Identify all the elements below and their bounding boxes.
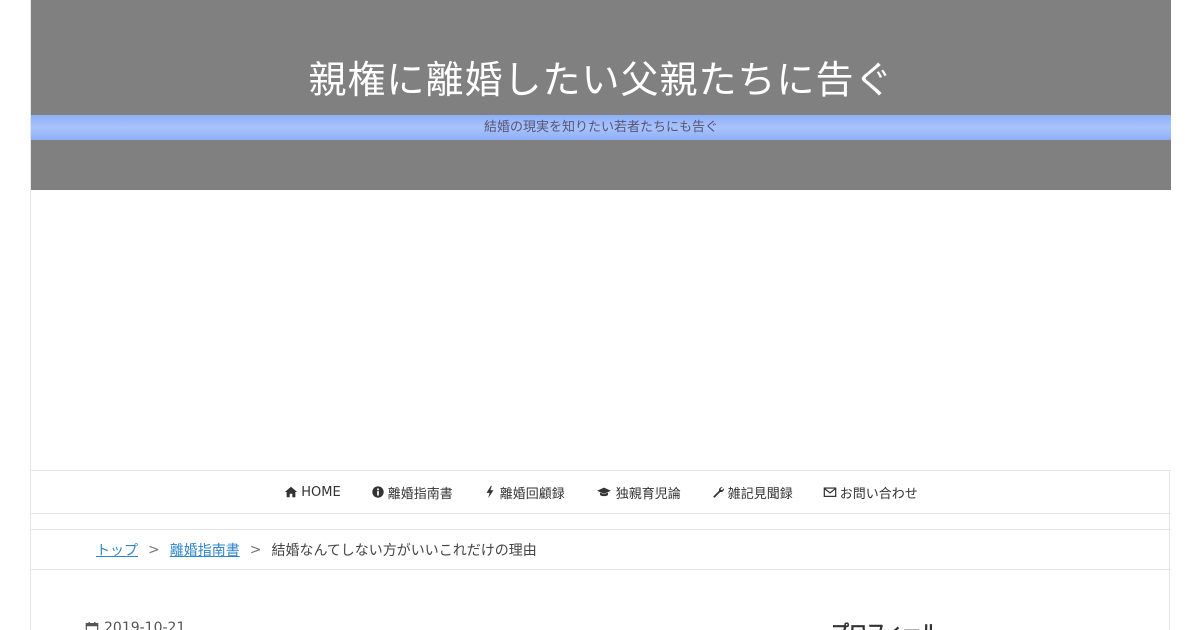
bolt-icon bbox=[483, 485, 497, 499]
breadcrumb: トップ > 離婚指南書 > 結婚なんてしない方がいいこれだけの理由 bbox=[31, 530, 1171, 570]
nav-item-label: 独親育児論 bbox=[615, 486, 681, 502]
breadcrumb-current: 結婚なんてしない方がいいこれだけの理由 bbox=[271, 542, 537, 559]
info-circle-icon bbox=[371, 485, 385, 499]
nav-item-contact[interactable]: お問い合わせ bbox=[823, 483, 918, 502]
graduation-cap-icon bbox=[595, 485, 613, 499]
site-header: 親権に離婚したい父親たちに告ぐ 結婚の現実を知りたい若者たちにも告ぐ bbox=[31, 0, 1171, 190]
nav-item-divorce-memoir[interactable]: 離婚回顧録 bbox=[483, 483, 565, 502]
nav-item-divorce-guide[interactable]: 離婚指南書 bbox=[371, 483, 453, 502]
envelope-icon bbox=[823, 485, 837, 499]
breadcrumb-separator: > bbox=[148, 541, 160, 558]
post-date-text: 2019-10-21 bbox=[104, 620, 186, 630]
nav-item-parenting[interactable]: 独親育児論 bbox=[595, 483, 681, 502]
nav-item-label: お問い合わせ bbox=[839, 486, 918, 502]
nav-item-miscellaneous[interactable]: 雑記見聞録 bbox=[711, 483, 793, 502]
wrench-icon bbox=[711, 485, 725, 499]
divider-strip bbox=[31, 514, 1171, 530]
site-tagline: 結婚の現実を知りたい若者たちにも告ぐ bbox=[483, 120, 718, 135]
breadcrumb-separator: > bbox=[249, 541, 262, 558]
nav-item-label: HOME bbox=[301, 484, 341, 500]
tagline-bar: 結婚の現実を知りたい若者たちにも告ぐ bbox=[31, 115, 1171, 140]
page-container: 親権に離婚したい父親たちに告ぐ 結婚の現実を知りたい若者たちにも告ぐ HOME … bbox=[30, 0, 1171, 630]
breadcrumb-category-link[interactable]: 離婚指南書 bbox=[170, 540, 240, 560]
nav-item-label: 雑記見聞録 bbox=[727, 486, 793, 502]
ad-area bbox=[31, 190, 1171, 470]
nav-item-label: 離婚指南書 bbox=[387, 486, 453, 502]
sidebar-profile-heading: プロフィール bbox=[831, 618, 939, 630]
nav-item-label: 離婚回顧録 bbox=[499, 486, 565, 502]
site-title[interactable]: 親権に離婚したい父親たちに告ぐ bbox=[31, 56, 1171, 104]
nav-item-home[interactable]: HOME bbox=[284, 484, 341, 500]
main-nav: HOME 離婚指南書 離婚回顧録 独親育児論 雑記見聞録 お問い合わせ bbox=[31, 470, 1171, 514]
calendar-icon bbox=[85, 621, 99, 630]
post-date: 2019-10-21 bbox=[85, 620, 185, 630]
breadcrumb-top-link[interactable]: トップ bbox=[96, 540, 138, 560]
home-icon bbox=[284, 485, 298, 499]
